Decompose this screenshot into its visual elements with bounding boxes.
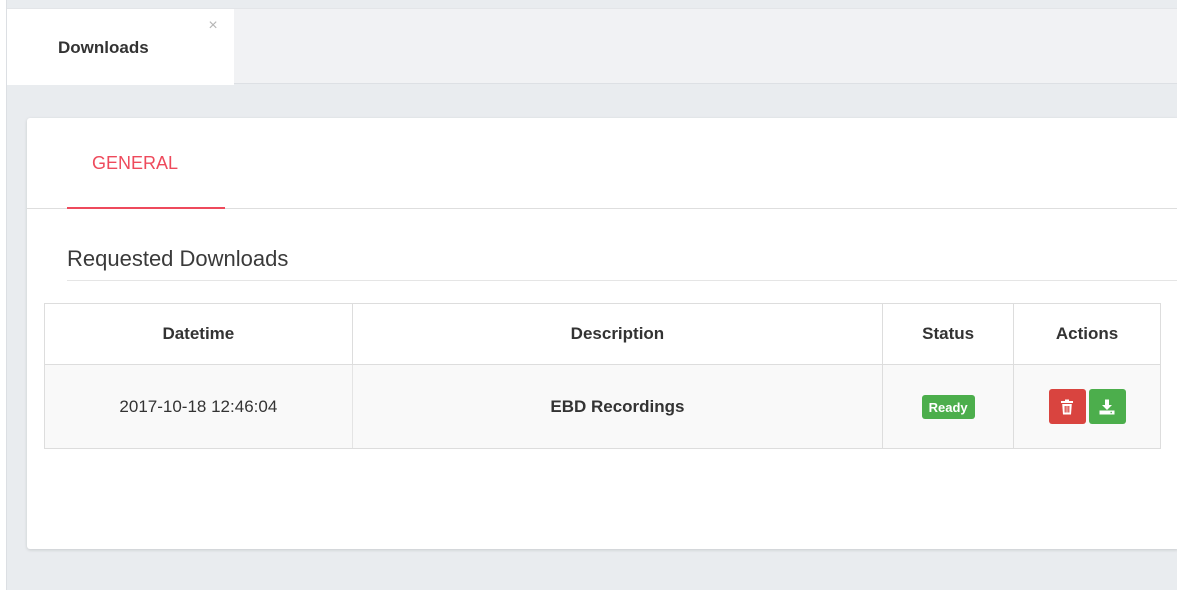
description-text: EBD Recordings: [550, 396, 685, 416]
cell-status: Ready: [882, 364, 1015, 449]
status-badge: Ready: [921, 394, 975, 419]
section-title: Requested Downloads: [67, 246, 1177, 281]
trash-icon: [1061, 399, 1074, 414]
tab-general[interactable]: GENERAL: [67, 118, 225, 209]
card-tab-bar: GENERAL: [27, 118, 1177, 209]
cell-actions: [1013, 364, 1161, 449]
tab-downloads[interactable]: Downloads ×: [7, 9, 234, 85]
column-header-datetime[interactable]: Datetime: [44, 303, 353, 365]
delete-button[interactable]: [1048, 389, 1086, 424]
downloads-card: GENERAL Requested Downloads Datetime Des…: [27, 118, 1177, 549]
cell-description: EBD Recordings: [351, 364, 884, 449]
table-header-row: Datetime Description Status Actions: [44, 303, 1161, 365]
column-header-actions: Actions: [1013, 303, 1161, 365]
cell-datetime: 2017-10-18 12:46:04: [44, 364, 353, 449]
tab-downloads-label: Downloads: [58, 38, 149, 57]
tab-general-label: GENERAL: [92, 153, 179, 173]
column-header-status[interactable]: Status: [882, 303, 1015, 365]
table-row: 2017-10-18 12:46:04 EBD Recordings Ready: [44, 364, 1161, 449]
downloads-table: Datetime Description Status Actions 2017…: [44, 303, 1161, 449]
column-header-description[interactable]: Description: [351, 303, 884, 365]
download-button[interactable]: [1088, 389, 1126, 424]
download-icon: [1099, 399, 1115, 414]
app-window: Downloads × GENERAL Requested Downloads …: [6, 0, 1177, 590]
document-tab-bar: Downloads ×: [7, 8, 1177, 85]
close-icon[interactable]: ×: [206, 18, 220, 34]
